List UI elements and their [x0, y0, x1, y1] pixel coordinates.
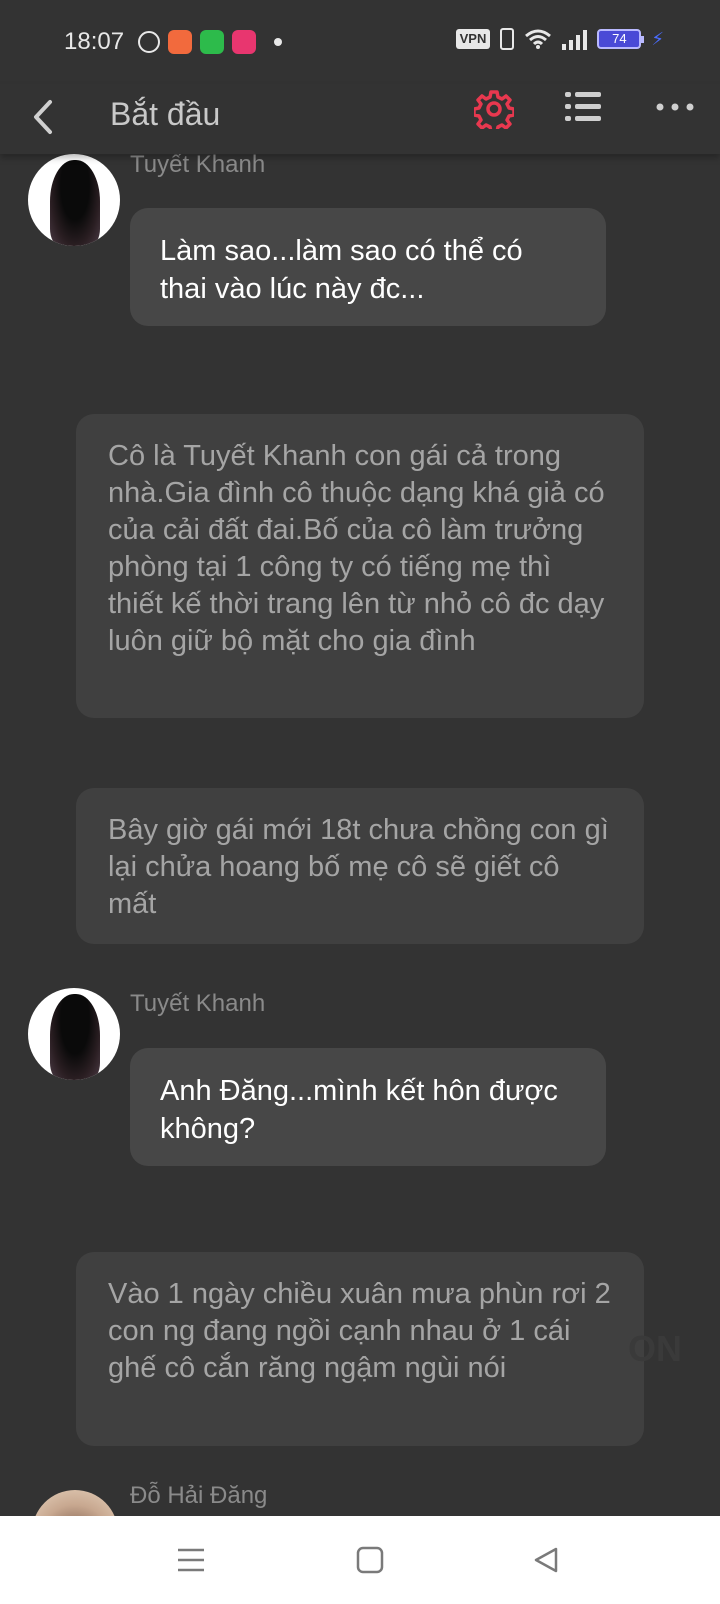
narration-bubble[interactable]: Cô là Tuyết Khanh con gái cả trong nhà.G… [76, 414, 644, 718]
status-time: 18:07 [64, 28, 125, 55]
chevron-left-icon [34, 100, 52, 134]
notification-icons [138, 30, 283, 54]
vpn-badge: VPN [455, 29, 491, 49]
menu-icon[interactable] [176, 1546, 206, 1574]
signal-icon [562, 28, 588, 50]
home-square-icon[interactable] [356, 1546, 384, 1574]
system-icons: VPN 74 ⚡ [455, 28, 664, 50]
chat-area[interactable]: Tuyết Khanh Làm sao...làm sao có thể có … [0, 154, 720, 1516]
page-title: Bắt đầu [110, 96, 221, 132]
notification-dot [274, 38, 283, 46]
back-button[interactable] [20, 92, 66, 142]
back-triangle-icon[interactable] [532, 1546, 560, 1574]
game-app-icon [168, 30, 193, 54]
messenger-icon [138, 31, 161, 53]
status-bar: 18:07 VPN 74 ⚡ [0, 0, 720, 84]
avatar[interactable] [28, 154, 120, 246]
wifi-icon [525, 29, 552, 49]
shopping-app-icon [200, 30, 225, 54]
avatar[interactable] [28, 988, 120, 1080]
list-icon[interactable] [565, 90, 601, 124]
avatar[interactable] [32, 1490, 118, 1516]
sender-name: Đỗ Hải Đăng [130, 1482, 268, 1509]
charging-icon: ⚡ [651, 28, 664, 49]
avatar-silhouette [50, 994, 100, 1080]
narration-bubble[interactable]: Bây giờ gái mới 18t chưa chồng con gì lạ… [76, 788, 644, 944]
battery-icon: 74 [597, 29, 645, 49]
vibrate-icon [500, 28, 515, 50]
sender-name: Tuyết Khanh [130, 990, 266, 1017]
character-message-bubble[interactable]: Làm sao...làm sao có thể có thai vào lúc… [130, 208, 606, 326]
sender-name: Tuyết Khanh [130, 154, 266, 178]
gear-icon[interactable] [474, 89, 514, 129]
more-dots-icon[interactable] [655, 100, 695, 114]
lazada-app-icon [232, 30, 257, 54]
app-header: Bắt đầu [0, 84, 720, 154]
avatar-silhouette [50, 160, 100, 246]
system-nav-bar [0, 1516, 720, 1604]
character-message-bubble[interactable]: Anh Đăng...mình kết hôn được không? [130, 1048, 606, 1166]
watermark: ON [628, 1328, 682, 1369]
narration-bubble[interactable]: Vào 1 ngày chiều xuân mưa phùn rơi 2 con… [76, 1252, 644, 1446]
